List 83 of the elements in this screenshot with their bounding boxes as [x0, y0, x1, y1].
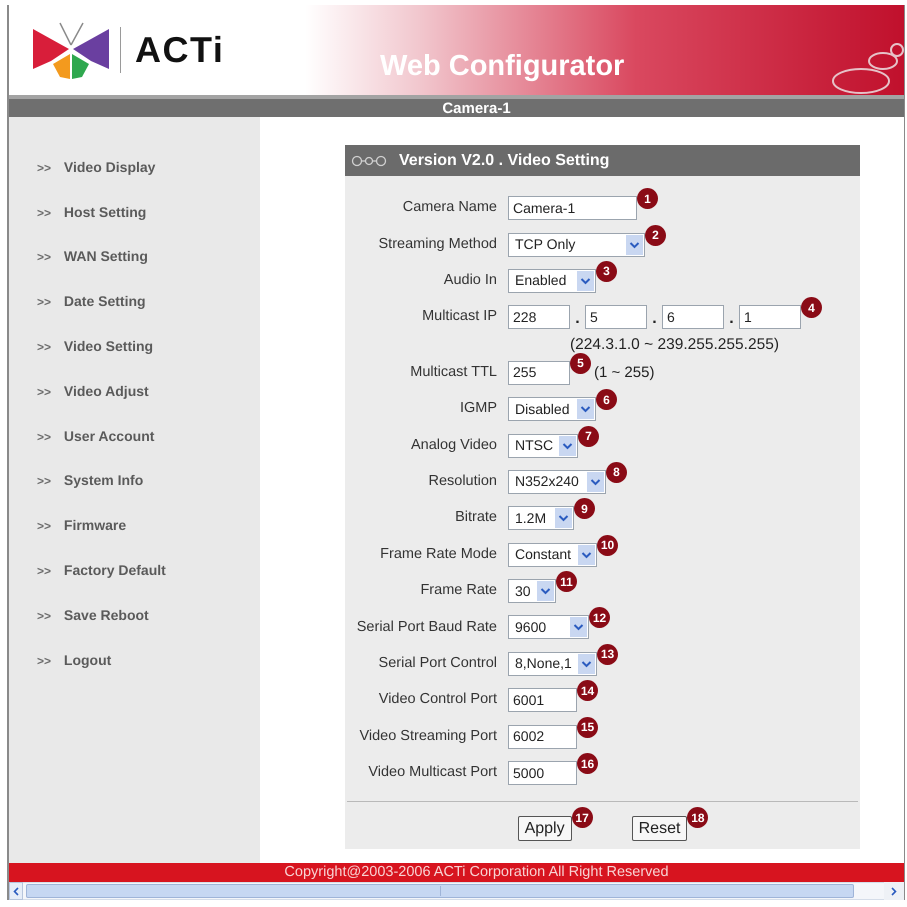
select-field[interactable]: 8,None,1 — [508, 652, 597, 676]
select-field[interactable]: Constant — [508, 542, 597, 567]
field-label: Streaming Method — [378, 234, 497, 254]
scrollbar-thumb[interactable] — [26, 884, 854, 898]
chevron-right-icon — [891, 886, 897, 896]
range-note: (1 ~ 255) — [594, 362, 654, 382]
scroll-left-button[interactable] — [9, 882, 23, 900]
callout-number: 15 — [577, 716, 598, 738]
text-field[interactable]: 6001 — [508, 688, 577, 712]
text-field[interactable]: 5 — [585, 305, 647, 330]
sidebar-link[interactable]: >> Date Setting — [37, 291, 146, 312]
field-label: Audio In — [442, 271, 497, 290]
callout-number: 1 — [637, 188, 658, 210]
sidebar-link[interactable]: >> Host Setting — [37, 202, 146, 223]
sidebar-link[interactable]: >> User Account — [37, 426, 154, 447]
select-field[interactable]: 30 — [508, 579, 556, 604]
text-field[interactable]: 6002 — [508, 724, 577, 749]
sidebar-link[interactable]: >> Save Reboot — [37, 604, 149, 626]
field-label: Serial Port Control — [378, 654, 497, 673]
app-title: Web Configurator — [380, 50, 624, 84]
sidebar-link[interactable]: >> Video Adjust — [37, 380, 149, 402]
sidebar-link[interactable]: >> System Info — [37, 470, 144, 492]
form-button[interactable]: Apply — [518, 816, 572, 842]
callout-number: 11 — [556, 571, 577, 592]
rings-icon — [351, 154, 387, 166]
range-hint: (224.3.1.0 ~ 239.255.255.255) — [570, 335, 779, 356]
text-field[interactable]: 1 — [739, 305, 801, 330]
text-field[interactable]: 228 — [508, 305, 570, 330]
callout-number: 14 — [577, 680, 598, 702]
callout-number: 16 — [577, 753, 598, 774]
callout-number: 17 — [572, 807, 593, 828]
field-label: Video Control Port — [378, 690, 497, 710]
text-field[interactable]: Camera-1 — [508, 196, 637, 220]
ip-separator: . — [728, 309, 735, 330]
ip-separator: . — [574, 309, 581, 330]
copyright-text: Copyright@2003-2006 ACTi Corporation All Right Reserved — [284, 865, 669, 880]
field-label: Camera Name — [402, 198, 497, 218]
sidebar-link[interactable]: >> Logout — [37, 650, 112, 671]
sidebar-link[interactable]: >> Video Display — [37, 156, 156, 178]
field-label: Multicast TTL — [409, 362, 497, 382]
text-field[interactable]: 5000 — [508, 761, 577, 786]
field-label: Video Streaming Port — [358, 726, 497, 746]
sidebar-link[interactable]: >> WAN Setting — [37, 246, 148, 268]
callout-number: 3 — [596, 260, 617, 282]
field-label: Frame Rate Mode — [379, 544, 497, 564]
chevron-left-icon — [13, 886, 19, 896]
ip-separator: . — [651, 309, 658, 330]
panel-title: Version V2.0 . Video Setting — [399, 150, 610, 170]
field-label: Analog Video — [410, 436, 497, 455]
field-label: Video Multicast Port — [367, 763, 497, 782]
field-label: Resolution — [427, 472, 497, 492]
field-label: Bitrate — [454, 508, 497, 528]
field-label: Serial Port Baud Rate — [356, 618, 497, 637]
callout-number: 7 — [578, 426, 599, 447]
text-field[interactable]: 255 — [508, 360, 570, 385]
text-field[interactable]: 6 — [662, 305, 724, 330]
callout-number: 10 — [597, 534, 618, 556]
callout-number: 12 — [589, 607, 610, 628]
sidebar-link[interactable]: >> Video Setting — [37, 336, 154, 358]
select-field[interactable]: TCP Only — [508, 232, 645, 257]
callout-number: 2 — [645, 224, 666, 246]
select-field[interactable]: 1.2M — [508, 506, 574, 530]
logo-text: ACTi — [135, 32, 224, 68]
field-label: IGMP — [458, 399, 497, 418]
select-field[interactable]: N352x240 — [508, 470, 606, 494]
select-field[interactable]: NTSC — [508, 434, 578, 458]
callout-number: 4 — [801, 297, 822, 318]
callout-number: 13 — [597, 644, 618, 665]
sidebar-link[interactable]: >> Factory Default — [37, 560, 166, 582]
bowtie-logo-icon — [31, 21, 111, 79]
callout-number: 5 — [570, 352, 591, 374]
select-field[interactable]: Enabled — [508, 268, 596, 293]
callout-number: 18 — [687, 807, 708, 828]
callout-number: 6 — [596, 389, 617, 410]
callout-number: 8 — [606, 462, 627, 483]
field-label: Multicast IP — [421, 307, 497, 326]
callout-number: 9 — [574, 498, 595, 520]
camera-name: Camera-1 — [442, 100, 511, 116]
select-field[interactable]: 9600 — [508, 615, 589, 640]
field-label: Frame Rate — [419, 581, 497, 600]
select-field[interactable]: Disabled — [508, 397, 596, 422]
sidebar-link[interactable]: >> Firmware — [37, 515, 126, 536]
form-button[interactable]: Reset — [632, 816, 688, 842]
